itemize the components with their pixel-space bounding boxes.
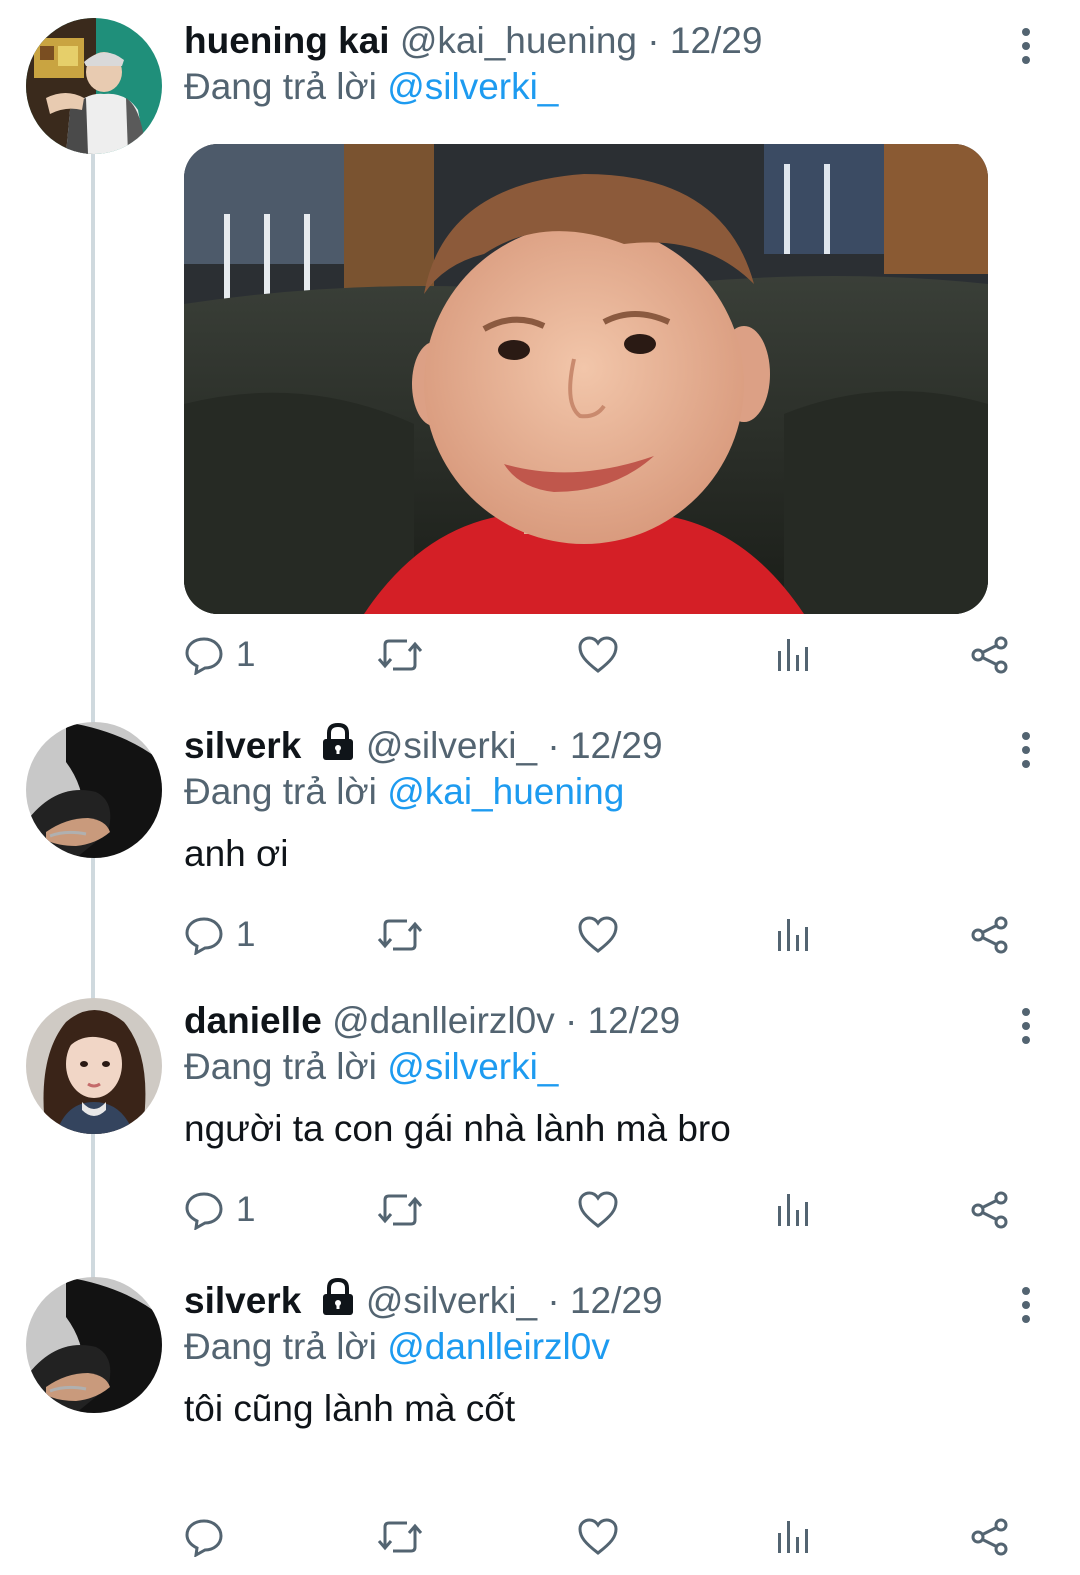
views-button[interactable] <box>775 1512 811 1562</box>
tweet-date[interactable]: 12/29 <box>588 1000 681 1041</box>
retweet-icon <box>377 1521 423 1553</box>
like-button[interactable] <box>577 910 619 960</box>
retweet-icon <box>377 919 423 951</box>
display-name[interactable]: silverk <box>184 1280 301 1321</box>
tweet-actions <box>184 1512 1014 1562</box>
share-button[interactable] <box>970 630 1010 680</box>
views-button[interactable] <box>775 1185 811 1235</box>
user-handle[interactable]: @silverki_ <box>366 725 537 766</box>
replying-to-label: Đang trả lời <box>184 66 388 107</box>
tweet-header: silverk @silverki_ · 12/29 <box>184 1277 1040 1324</box>
avatar[interactable] <box>26 1277 162 1413</box>
user-handle[interactable]: @kai_huening <box>400 20 637 61</box>
reply-icon <box>185 917 223 955</box>
more-options-icon[interactable] <box>1018 26 1034 66</box>
tweet-content: huening kai @kai_huening · 12/29 Đang tr… <box>184 18 1040 110</box>
tweet-content: danielle @danlleirzl0v · 12/29 Đang trả … <box>184 998 1040 1152</box>
more-options-icon[interactable] <box>1018 1006 1034 1046</box>
mention-link[interactable]: @danlleirzl0v <box>387 1326 610 1367</box>
analytics-icon <box>778 1521 808 1553</box>
more-options-icon[interactable] <box>1018 1285 1034 1325</box>
analytics-icon <box>778 1194 808 1226</box>
analytics-icon <box>778 919 808 951</box>
reply-count: 1 <box>236 915 256 954</box>
share-button[interactable] <box>970 1512 1010 1562</box>
tweet-actions: 1 <box>184 910 1014 960</box>
separator-dot: · <box>554 1000 588 1041</box>
heart-icon <box>578 636 618 673</box>
replying-to: Đang trả lời @silverki_ <box>184 1044 1040 1090</box>
heart-icon <box>578 916 618 953</box>
avatar[interactable] <box>26 18 162 154</box>
reply-button[interactable]: 1 <box>184 910 255 960</box>
reply-button[interactable] <box>184 1512 236 1562</box>
tweet-date[interactable]: 12/29 <box>670 20 763 61</box>
reply-count: 1 <box>236 635 256 674</box>
user-handle[interactable]: @danlleirzl0v <box>332 1000 555 1041</box>
share-icon <box>971 1518 1008 1556</box>
replying-to-label: Đang trả lời <box>184 771 388 812</box>
retweet-button[interactable] <box>377 630 423 680</box>
tweet-text: tôi cũng lành mà cốt <box>184 1388 516 1429</box>
share-button[interactable] <box>970 1185 1010 1235</box>
replying-to-label: Đang trả lời <box>184 1046 388 1087</box>
share-icon <box>971 916 1008 954</box>
more-options-icon[interactable] <box>1018 730 1034 770</box>
mention-link[interactable]: @kai_huening <box>387 771 624 812</box>
share-icon <box>971 1191 1008 1229</box>
share-button[interactable] <box>970 910 1010 960</box>
separator-dot: · <box>537 725 570 766</box>
replying-to: Đang trả lời @silverki_ <box>184 64 1040 110</box>
share-icon <box>971 636 1008 674</box>
tweet-header: danielle @danlleirzl0v · 12/29 <box>184 998 1040 1044</box>
like-button[interactable] <box>577 1185 619 1235</box>
display-name[interactable]: silverk <box>184 725 301 766</box>
retweet-icon <box>377 1194 423 1226</box>
tweet-media-image[interactable] <box>184 144 988 614</box>
analytics-icon <box>778 639 808 671</box>
tweet-header: huening kai @kai_huening · 12/29 <box>184 18 1040 64</box>
like-button[interactable] <box>577 1512 619 1562</box>
display-name[interactable]: huening kai <box>184 20 390 61</box>
heart-icon <box>578 1518 618 1555</box>
reply-icon <box>185 1192 223 1230</box>
like-button[interactable] <box>577 630 619 680</box>
retweet-button[interactable] <box>377 910 423 960</box>
reply-count: 1 <box>236 1190 256 1229</box>
tweet-text: anh ơi <box>184 833 289 874</box>
reply-button[interactable]: 1 <box>184 1185 255 1235</box>
tweet-date[interactable]: 12/29 <box>570 725 663 766</box>
retweet-icon <box>377 639 423 671</box>
replying-to: Đang trả lời @kai_huening <box>184 769 1040 815</box>
tweet-text: người ta con gái nhà lành mà bro <box>184 1108 731 1149</box>
replying-to-label: Đang trả lời <box>184 1326 388 1367</box>
tweet-header: silverk @silverki_ · 12/29 <box>184 722 1040 769</box>
mention-link[interactable]: @silverki_ <box>387 66 558 107</box>
tweet-actions: 1 <box>184 1185 1014 1235</box>
views-button[interactable] <box>775 630 811 680</box>
retweet-button[interactable] <box>377 1512 423 1562</box>
views-button[interactable] <box>775 910 811 960</box>
lock-icon <box>322 722 353 760</box>
avatar[interactable] <box>26 998 162 1134</box>
reply-icon <box>185 637 223 675</box>
heart-icon <box>578 1191 618 1228</box>
display-name[interactable]: danielle <box>184 1000 322 1041</box>
mention-link[interactable]: @silverki_ <box>387 1046 558 1087</box>
reply-button[interactable]: 1 <box>184 630 255 680</box>
tweet-actions: 1 <box>184 630 1014 680</box>
replying-to: Đang trả lời @danlleirzl0v <box>184 1324 1040 1370</box>
separator-dot: · <box>537 1280 570 1321</box>
user-handle[interactable]: @silverki_ <box>366 1280 537 1321</box>
reply-icon <box>185 1519 223 1557</box>
tweet-content: silverk @silverki_ · 12/29 Đang trả lời … <box>184 1277 1040 1432</box>
avatar[interactable] <box>26 722 162 858</box>
tweet-date[interactable]: 12/29 <box>570 1280 663 1321</box>
tweet-content: silverk @silverki_ · 12/29 Đang trả lời … <box>184 722 1040 877</box>
lock-icon <box>322 1277 353 1315</box>
separator-dot: · <box>636 20 670 61</box>
retweet-button[interactable] <box>377 1185 423 1235</box>
